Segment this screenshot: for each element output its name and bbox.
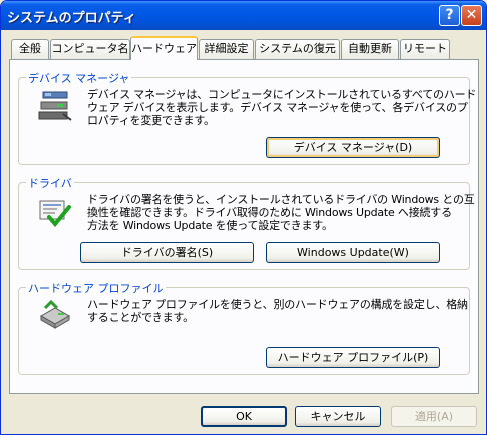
window-title: システムのプロパティ — [7, 11, 136, 26]
tab-system-restore[interactable]: システムの復元 — [255, 39, 340, 59]
help-button[interactable]: ? — [439, 5, 460, 26]
close-button[interactable]: ✕ — [461, 5, 482, 26]
ok-button[interactable]: OK — [201, 406, 287, 427]
tab-remote[interactable]: リモート — [400, 39, 450, 59]
device-manager-group: デバイス マネージャ デバイス マネージャは、コンピュータにインストールされてい… — [18, 70, 476, 165]
close-icon: ✕ — [465, 7, 478, 23]
hardware-profiles-description: ハードウェア プロファイルを使うと、別のハードウェアの構成を設定し、格納 するこ… — [87, 298, 468, 324]
title-bar[interactable]: システムのプロパティ ? ✕ — [1, 1, 486, 30]
system-properties-window: システムのプロパティ ? ✕ 全般 コンピュータ名 ハードウェア 詳細設定 シス… — [0, 0, 487, 435]
drivers-group: ドライバ ドライバの署名を使うと、インストールされているドライバの Window… — [18, 175, 475, 270]
cancel-button[interactable]: キャンセル — [295, 406, 381, 427]
tab-automatic-updates[interactable]: 自動更新 — [341, 39, 399, 59]
driver-signing-button[interactable]: ドライバの署名(S) — [80, 242, 254, 263]
hardware-tab-panel: デバイス マネージャ デバイス マネージャは、コンピュータにインストールされてい… — [9, 59, 479, 394]
tab-general[interactable]: 全般 — [11, 39, 49, 59]
tab-hardware[interactable]: ハードウェア — [130, 36, 198, 60]
driver-check-icon — [39, 200, 71, 227]
device-manager-label: デバイス マネージャ — [26, 70, 132, 86]
apply-button[interactable]: 適用(A) — [391, 406, 477, 427]
hardware-profile-icon — [39, 299, 71, 329]
device-manager-icon — [38, 91, 72, 121]
drivers-description: ドライバの署名を使うと、インストールされているドライバの Windows との互… — [87, 193, 475, 232]
hardware-profiles-label: ハードウェア プロファイル — [26, 280, 166, 296]
device-manager-button[interactable]: デバイス マネージャ(D) — [266, 137, 440, 158]
help-icon: ? — [445, 7, 454, 23]
device-manager-description: デバイス マネージャは、コンピュータにインストールされているすべてのハード ウェ… — [87, 88, 477, 127]
windows-update-button[interactable]: Windows Update(W) — [266, 242, 440, 263]
hardware-profiles-button[interactable]: ハードウェア プロファイル(P) — [266, 347, 440, 368]
drivers-label: ドライバ — [26, 175, 74, 191]
hardware-profiles-group: ハードウェア プロファイル ハードウェア プロファイルを使うと、別のハードウェア… — [18, 280, 470, 375]
tab-advanced[interactable]: 詳細設定 — [199, 39, 254, 59]
tab-computer-name[interactable]: コンピュータ名 — [50, 39, 130, 59]
